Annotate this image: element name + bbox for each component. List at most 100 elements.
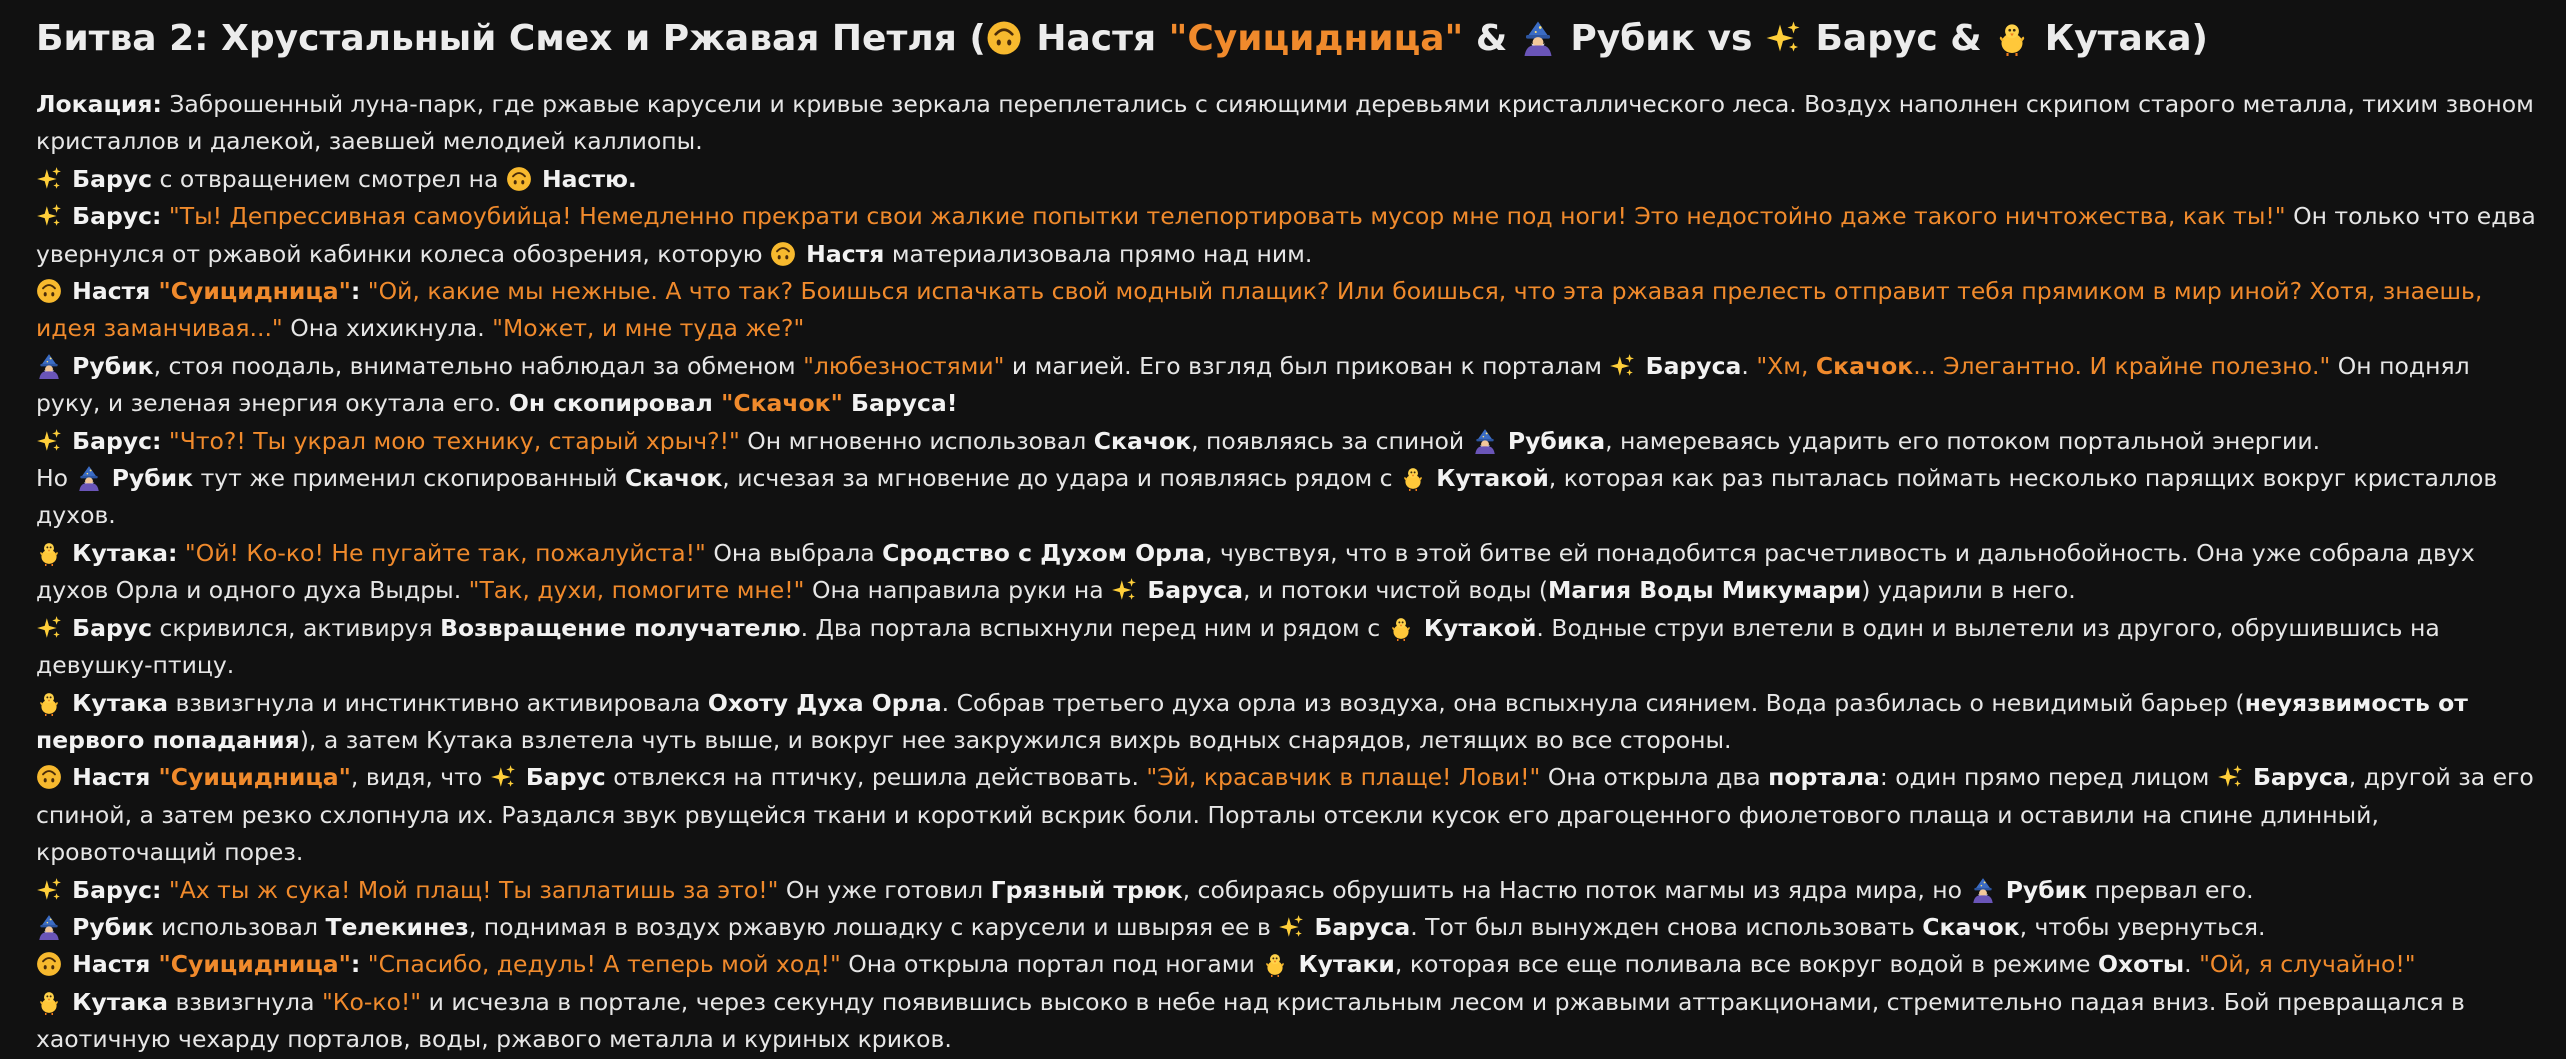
story-paragraph: Рубик использовал Телекинез, поднимая в … — [36, 909, 2536, 946]
bold-text: Кутака: — [64, 538, 178, 567]
quote-text: "Эй, красавчик в плаще! Лови!" — [1146, 763, 1541, 792]
bold-text: : — [350, 950, 361, 979]
narration-text: Она открыла два — [1540, 763, 1769, 792]
quote-text: "Суицидница" — [1168, 18, 1464, 59]
sparkles-emoji-icon — [37, 877, 61, 900]
baby-chick-emoji-icon — [1266, 954, 1285, 978]
bold-text: Локация: — [36, 90, 162, 118]
story-paragraph: Настя "Суицидница": "Ой, какие мы нежные… — [36, 273, 2536, 348]
narration-text: : один прямо перед лицом — [1879, 763, 2217, 792]
quote-text: "Может, и мне туда же?" — [492, 314, 805, 343]
story-paragraph: Но Рубик тут же применил скопированный С… — [36, 460, 2536, 535]
upside-down-face-emoji-icon — [37, 279, 61, 303]
bold-text: Рубика — [1499, 426, 1606, 455]
narration-text: , поднимая в воздух ржавую лошадку с кар… — [468, 912, 1279, 941]
bold-text: Барус — [517, 763, 606, 792]
upside-down-face-emoji-icon — [506, 166, 531, 191]
upside-down-face-emoji-icon — [987, 21, 1021, 55]
baby-chick-emoji-icon — [40, 692, 58, 716]
narration-text: взвизгнула и инстинктивно активировала — [168, 688, 708, 717]
story-paragraph: Барус: "Что?! Ты украл мою технику, стар… — [36, 423, 2536, 460]
bold-text: Барус: — [64, 875, 162, 904]
narration-text: ) ударили в него. — [1861, 576, 2076, 605]
narration-text: Кутака) — [2032, 18, 2208, 59]
quote-text: "Ой, я случайно!" — [2199, 950, 2416, 979]
sparkles-emoji-icon — [1610, 353, 1635, 376]
story-paragraph: Локация: Заброшенный луна-парк, где ржав… — [36, 86, 2536, 161]
quote-text: "Спасибо, дедуль! А теперь мой ход!" — [367, 950, 841, 979]
bold-text: Баруса — [1637, 351, 1742, 380]
story-paragraph: Кутака взвизгнула и инстинктивно активир… — [36, 685, 2536, 760]
baby-chick-emoji-icon — [40, 991, 58, 1015]
story-paragraph: Настя "Суицидница", видя, что Барус отвл… — [36, 759, 2536, 871]
narration-text: и магией. Его взгляд был прикован к порт… — [1004, 351, 1610, 380]
sparkles-emoji-icon — [37, 204, 61, 226]
story-paragraph: Кутака взвизгнула "Ко-ко!" и исчезла в п… — [36, 984, 2536, 1059]
baby-chick-emoji-icon — [40, 543, 58, 566]
baby-chick-emoji-icon — [2000, 24, 2025, 56]
bold-text: Рубик — [64, 912, 154, 941]
narration-text: Заброшенный луна-парк, где ржавые карусе… — [36, 90, 2534, 156]
bold-text: Охоту Духа Орла — [707, 688, 942, 717]
mage-emoji-icon — [1474, 428, 1495, 454]
narration-text: тут же применил скопированный — [193, 464, 625, 493]
bold-text: Грязный трюк — [990, 875, 1183, 904]
narration-text: . — [2184, 950, 2200, 979]
sparkles-emoji-icon — [37, 615, 61, 638]
sparkles-emoji-icon — [490, 765, 515, 788]
narration-text: Настя — [1023, 18, 1169, 59]
narration-text: прервал его. — [2087, 875, 2254, 904]
narration-text: Рубик vs — [1557, 18, 1765, 59]
bold-text: Барус — [64, 164, 153, 193]
story-paragraph: Настя "Суицидница": "Спасибо, дедуль! А … — [36, 946, 2536, 983]
bold-text: Настя — [64, 950, 159, 979]
sparkles-emoji-icon — [1766, 21, 1800, 52]
sparkles-emoji-icon — [37, 428, 61, 451]
quote-text: "Ко-ко!" — [321, 987, 422, 1016]
narration-text: , видя, что — [350, 763, 490, 792]
narration-text: , собираясь обрушить на Настю поток магм… — [1182, 875, 1970, 904]
narration-text: Битва 2: Хрустальный Смех и Ржавая Петля… — [36, 18, 986, 59]
narration-text: . — [1741, 351, 1757, 380]
mage-emoji-icon — [78, 466, 99, 492]
quote-text: "Что?! Ты украл мою технику, старый хрыч… — [168, 426, 740, 455]
bold-quote-text: "Суицидница" — [158, 277, 351, 306]
narration-text: , появляясь за спиной — [1191, 426, 1472, 455]
bold-text: Барус: — [64, 426, 162, 455]
quote-text: "Ты! Депрессивная самоубийца! Немедленно… — [168, 202, 2286, 231]
narration-text: использовал — [153, 912, 326, 941]
story-body: Локация: Заброшенный луна-парк, где ржав… — [36, 86, 2536, 1059]
story-paragraph: Барус скривился, активируя Возвращение п… — [36, 610, 2536, 685]
bold-text: Скачок — [1922, 912, 2020, 941]
bold-text: Кутаки — [1290, 950, 1395, 979]
narration-text: скривился, активируя — [152, 613, 441, 642]
narration-text: Она выбрала — [705, 538, 883, 567]
story-title: Битва 2: Хрустальный Смех и Ржавая Петля… — [36, 14, 2536, 64]
narration-text: Она направила руки на — [804, 576, 1112, 605]
narration-text: , исчезая за мгновение до удара и появля… — [722, 464, 1401, 493]
bold-text: Телекинез — [325, 912, 469, 941]
mage-emoji-icon — [39, 915, 59, 940]
bold-text: : — [350, 277, 361, 306]
narration-text: , чтобы увернуться. — [2019, 912, 2266, 941]
narration-text: , которая все еще поливала все вокруг во… — [1394, 950, 2098, 979]
bold-text: Кутака — [64, 987, 168, 1016]
sparkles-emoji-icon — [37, 166, 61, 189]
narration-text: материализовала прямо над ним. — [884, 239, 1313, 268]
bold-text: Рубик — [64, 351, 154, 380]
narration-text: ), а затем Кутака взлетела чуть выше, и … — [299, 725, 1732, 754]
bold-quote-text: "Скачок" — [721, 389, 843, 418]
bold-text: Скачок — [625, 464, 723, 493]
narration-text: , и потоки чистой воды ( — [1243, 576, 1549, 605]
narration-text: Барус & — [1802, 18, 1995, 59]
bold-text: Баруса — [1139, 576, 1244, 605]
baby-chick-emoji-icon — [1391, 617, 1410, 641]
bold-quote-text: Скачок — [1815, 351, 1914, 380]
bold-text: Магия Воды Микумари — [1548, 576, 1862, 605]
sparkles-emoji-icon — [2217, 765, 2242, 788]
narration-text — [161, 202, 168, 230]
narration-text — [360, 277, 367, 305]
bold-text: Рубик — [103, 464, 194, 493]
narration-text: с отвращением смотрел на — [152, 164, 506, 193]
bold-text: Охоты — [2097, 950, 2185, 979]
